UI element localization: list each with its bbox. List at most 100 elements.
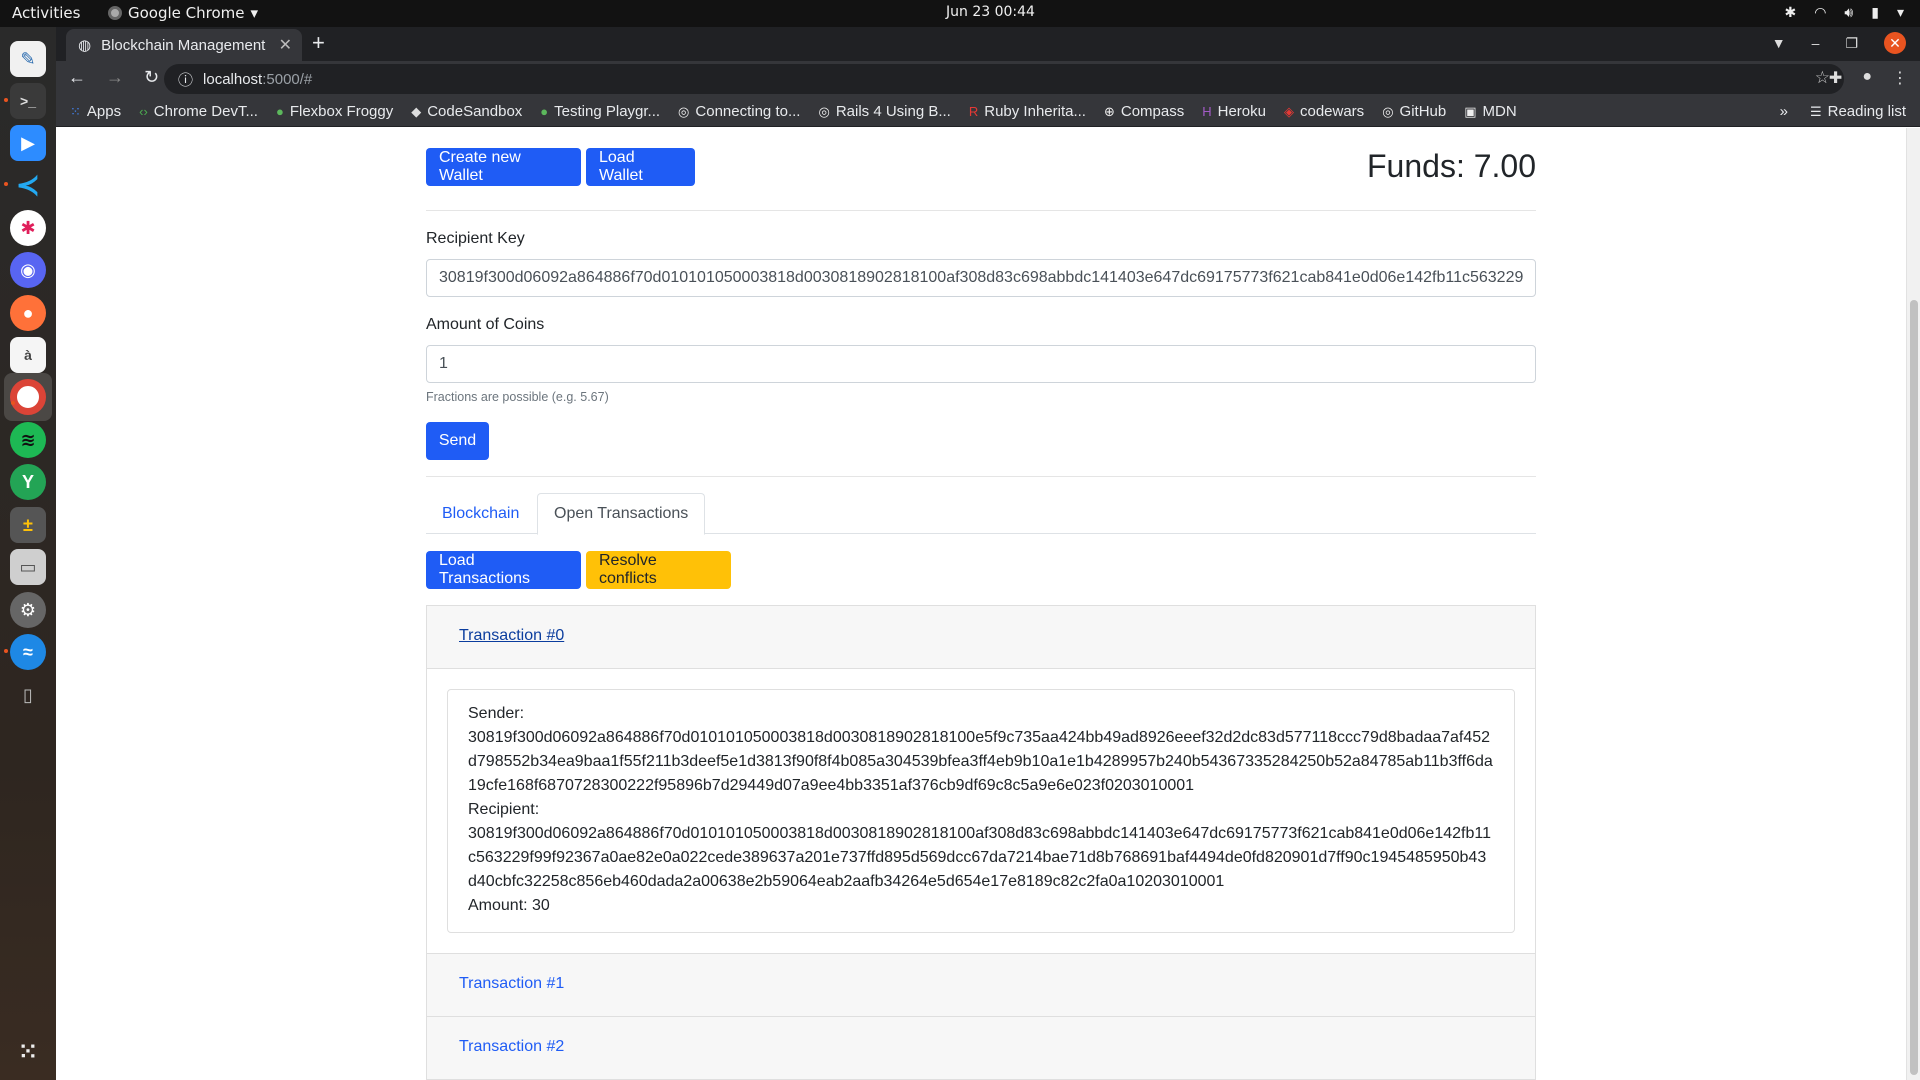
transactions-accordion: Transaction #0 Sender: 30819f300d06092a8… — [426, 605, 1536, 1080]
bookmark-label: Compass — [1120, 103, 1185, 120]
transaction-header[interactable]: Transaction #2 — [427, 1017, 1535, 1080]
browser-tab[interactable]: ◍ Blockchain Management ✕ — [66, 29, 302, 61]
bookmark-label: Apps — [86, 103, 122, 120]
slack-icon[interactable]: ✱ — [10, 210, 46, 246]
mdn-icon: ▣ — [1464, 103, 1477, 119]
github-icon: ◎ — [678, 103, 690, 119]
extensions-puzzle-icon[interactable]: ✚ — [1829, 68, 1842, 88]
transaction-link[interactable]: Transaction #0 — [459, 627, 564, 645]
funds-display: Funds: 7.00 — [1367, 148, 1536, 184]
transaction-link[interactable]: Transaction #2 — [459, 1038, 564, 1056]
bookmark-item[interactable]: ‹› Chrome DevT... — [139, 103, 258, 120]
settings-icon[interactable]: ⚙ — [10, 592, 46, 628]
new-tab-button[interactable]: + — [312, 30, 325, 56]
maximize-button[interactable]: ❐ — [1845, 35, 1858, 52]
recipient-key-label: Recipient Key — [426, 230, 525, 247]
create-wallet-button[interactable]: Create new Wallet — [426, 148, 581, 186]
window-controls: ▼ – ❐ ✕ — [1772, 32, 1906, 54]
show-apps-icon[interactable]: ⁙ — [10, 1034, 46, 1070]
minimize-button[interactable]: – — [1812, 35, 1820, 51]
kebab-menu-icon[interactable]: ⋮ — [1892, 68, 1908, 88]
discord-icon[interactable]: ◉ — [10, 252, 46, 288]
bookmarks-bar: ⁙ Apps ‹› Chrome DevT... ● Flexbox Froggy ◆ Cod… — [56, 97, 1920, 127]
reading-list-icon: ☰ — [1809, 103, 1822, 119]
nav-buttons: ← → ↻ — [68, 67, 159, 88]
resolve-conflicts-button[interactable]: Resolve conflicts — [586, 551, 731, 589]
transaction-header[interactable]: Transaction #0 — [427, 606, 1535, 669]
terminal-icon[interactable]: >_ — [4, 83, 46, 119]
bookmark-label: Rails 4 Using B... — [835, 103, 951, 120]
transaction-header[interactable]: Transaction #1 — [427, 954, 1535, 1017]
firefox-icon[interactable]: ● — [10, 295, 46, 331]
tab-blockchain[interactable]: Blockchain — [426, 493, 535, 534]
frog-icon: ● — [275, 104, 284, 119]
info-icon[interactable]: ⓘ — [178, 69, 193, 90]
usb-drive-icon[interactable]: ▯ — [10, 677, 46, 713]
extensions-area: ✚ ● ⋮ — [1829, 68, 1908, 88]
tab-open-transactions[interactable]: Open Transactions — [537, 493, 706, 535]
bookmark-label: Flexbox Froggy — [289, 103, 394, 120]
bookmark-item[interactable]: ◎ GitHub — [1382, 103, 1446, 120]
bookmark-item[interactable]: ● Testing Playgr... — [540, 103, 660, 120]
calculator-icon[interactable]: ± — [10, 507, 46, 543]
amount-input[interactable]: 1 — [426, 345, 1536, 383]
scrollbar-thumb[interactable] — [1910, 300, 1918, 1075]
close-tab-icon[interactable]: ✕ — [279, 35, 292, 55]
load-transactions-button[interactable]: Load Transactions — [426, 551, 581, 589]
yakyak-icon[interactable]: Y — [10, 464, 46, 500]
system-tray[interactable]: ✱ ◠ 🔊︎ ▮ ▾ — [1784, 5, 1904, 21]
bookmark-item[interactable]: ⊕ Compass — [1104, 103, 1184, 120]
bookmark-list: ⁙ Apps ‹› Chrome DevT... ● Flexbox Froggy ◆ Cod… — [70, 103, 1517, 120]
reading-list-button[interactable]: ☰ Reading list — [1810, 103, 1906, 120]
bookmark-item[interactable]: ◈ codewars — [1284, 103, 1364, 120]
network-icon[interactable]: ≈ — [4, 634, 46, 670]
app-menu[interactable]: Google Chrome ▾ — [108, 4, 258, 22]
forward-arrow-icon[interactable]: → — [106, 67, 124, 88]
close-window-button[interactable]: ✕ — [1884, 32, 1906, 54]
back-arrow-icon[interactable]: ← — [68, 67, 86, 88]
bookmark-item[interactable]: ◎ Connecting to... — [678, 103, 800, 120]
address-bar[interactable]: ⓘ localhost:5000/# ☆ — [164, 64, 1844, 94]
reload-icon[interactable]: ↻ — [144, 67, 159, 88]
frog-icon: ● — [540, 104, 549, 119]
chrome-dock-icon[interactable] — [10, 379, 46, 415]
browser-toolbar: ← → ↻ ⓘ localhost:5000/# ☆ ✚ ● ⋮ — [56, 61, 1920, 97]
devtools-icon: ‹› — [139, 104, 148, 119]
files-icon[interactable]: ▭ — [10, 549, 46, 585]
font-viewer-icon[interactable]: à — [10, 337, 46, 373]
more-bookmarks-button[interactable]: » — [1780, 103, 1788, 120]
bookmark-item[interactable]: H Heroku — [1202, 103, 1266, 120]
bookmark-item[interactable]: ▣ MDN — [1464, 103, 1516, 120]
recipient-key-input[interactable]: 30819f300d06092a864886f70d01010105000381… — [426, 259, 1536, 297]
bookmark-label: MDN — [1482, 103, 1517, 120]
send-button[interactable]: Send — [426, 422, 489, 460]
transaction-link[interactable]: Transaction #1 — [459, 975, 564, 993]
recipient-label: Recipient: — [468, 801, 540, 818]
clock[interactable]: Jun 23 00:44 — [946, 4, 1035, 20]
activities-button[interactable]: Activities — [12, 4, 80, 22]
page-scrollbar[interactable] — [1906, 128, 1920, 1080]
caret-down-icon: ▾ — [250, 4, 259, 22]
bookmark-item[interactable]: ◆ CodeSandbox — [411, 103, 522, 120]
tab-search-icon[interactable]: ▼ — [1772, 35, 1786, 51]
vscode-icon[interactable]: ≺ — [4, 167, 46, 203]
bookmark-label: CodeSandbox — [427, 103, 523, 120]
bookmark-item[interactable]: ◎ Rails 4 Using B... — [818, 103, 950, 120]
spotify-icon[interactable]: ≋ — [10, 422, 46, 458]
bookmark-label: Connecting to... — [695, 103, 801, 120]
bookmark-label: GitHub — [1399, 103, 1447, 120]
bookmark-item[interactable]: R Ruby Inherita... — [969, 103, 1086, 120]
zoom-icon[interactable]: ▶ — [10, 125, 46, 161]
cube-icon: ◆ — [411, 103, 422, 119]
text-editor-icon[interactable]: ✎ — [10, 41, 46, 77]
load-wallet-button[interactable]: Load Wallet — [586, 148, 695, 186]
recipient-key: 30819f300d06092a864886f70d01010105000381… — [468, 825, 1491, 890]
bookmark-item[interactable]: ⁙ Apps — [70, 103, 121, 120]
bookmark-star-icon[interactable]: ☆ — [1815, 68, 1830, 88]
slack-tray-icon[interactable]: ✱ — [1784, 5, 1796, 21]
battery-icon: ▮ — [1871, 5, 1879, 21]
bookmark-item[interactable]: ● Flexbox Froggy — [276, 103, 393, 120]
browser-tab-strip: ◍ Blockchain Management ✕ + ▼ – ❐ ✕ — [56, 27, 1920, 61]
profile-avatar[interactable]: ● — [1862, 68, 1872, 88]
volume-icon: 🔊︎ — [1844, 5, 1854, 21]
